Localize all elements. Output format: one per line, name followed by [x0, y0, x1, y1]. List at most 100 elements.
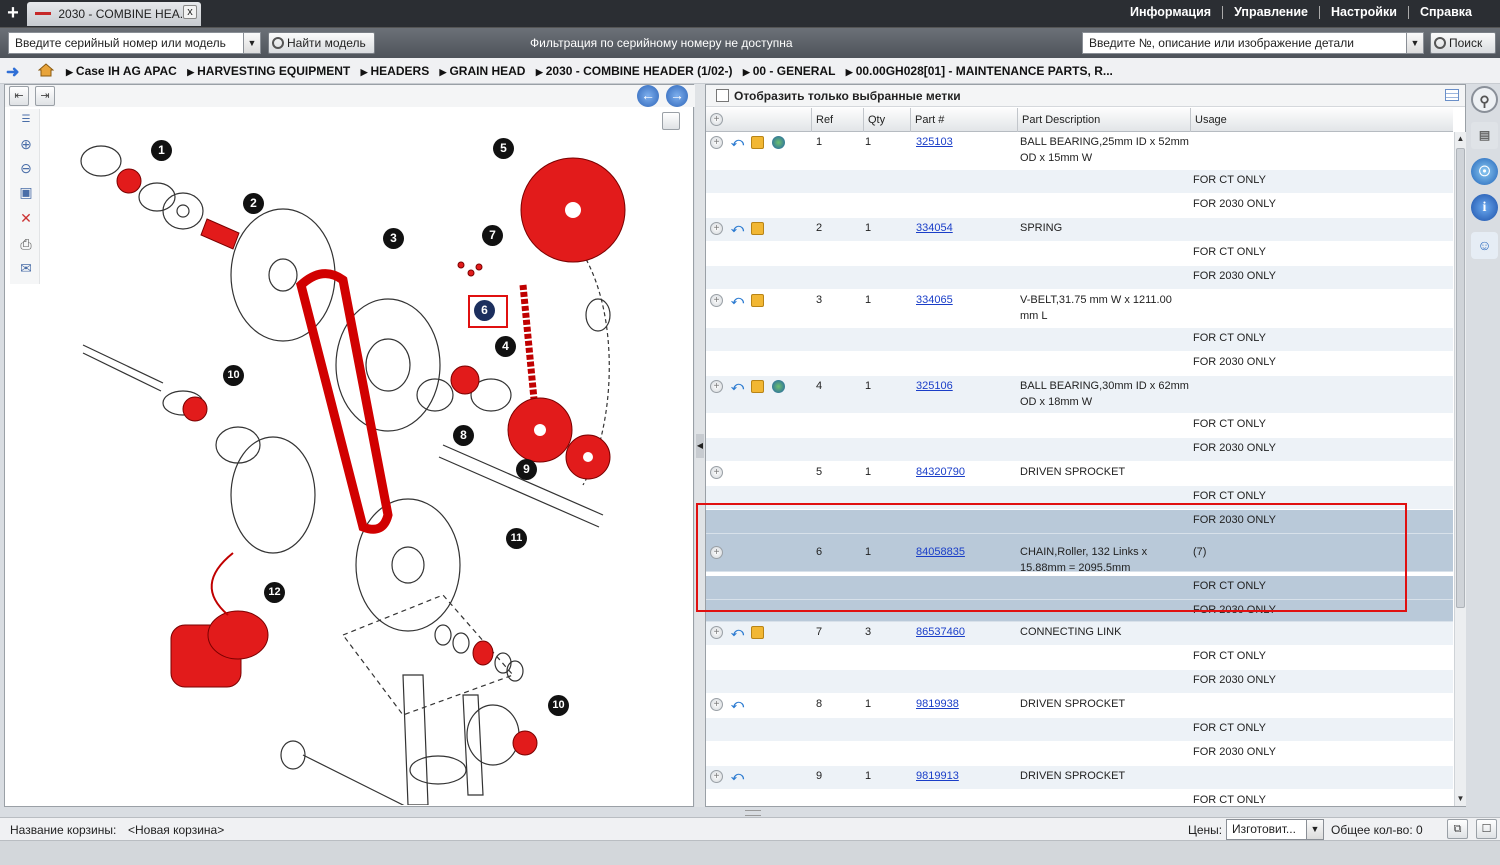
table-row[interactable]: + ⤺ 1 1 325103 BALL BEARING,25mm ID x 52…	[706, 132, 1453, 170]
fit-to-window-icon[interactable]: ▣	[17, 183, 35, 201]
part-number-link[interactable]: 86537460	[916, 622, 965, 638]
table-row[interactable]: + ⤺ 2 1 334054 SPRING	[706, 218, 1453, 242]
add-to-cart-icon[interactable]: +	[710, 698, 723, 711]
add-to-cart-icon[interactable]: +	[710, 626, 723, 639]
breadcrumb-item[interactable]: 2030 - COMBINE HEADER (1/02-)	[536, 64, 733, 78]
expand-all-icon[interactable]: +	[710, 113, 723, 126]
callout-5[interactable]: 5	[493, 138, 514, 159]
breadcrumb-item[interactable]: HARVESTING EQUIPMENT	[187, 64, 350, 78]
column-description[interactable]: Part Description	[1017, 108, 1190, 132]
part-number-link[interactable]: 334065	[916, 290, 953, 306]
column-part-number[interactable]: Part #	[910, 108, 1017, 132]
box-icon[interactable]	[751, 222, 764, 235]
part-number-link[interactable]: 325103	[916, 132, 953, 148]
arrow-icon[interactable]: ⤺	[730, 293, 745, 308]
arrow-icon[interactable]: ⤺	[730, 769, 745, 784]
callout-10[interactable]: 10	[223, 365, 244, 386]
table-row-selected[interactable]: + 6 1 84058835 CHAIN,Roller, 132 Links x…	[706, 534, 1453, 574]
callout-8[interactable]: 8	[453, 425, 474, 446]
collapse-left-icon[interactable]: ◀	[696, 434, 704, 458]
arrow-icon[interactable]: ⤺	[730, 221, 745, 236]
scroll-down-icon[interactable]: ▼	[1455, 792, 1466, 806]
chevron-down-icon[interactable]: ▼	[243, 33, 260, 53]
pane-splitter[interactable]: ◀	[695, 84, 705, 807]
print-icon[interactable]: ⎙	[17, 235, 35, 253]
callout-7[interactable]: 7	[482, 225, 503, 246]
table-row[interactable]: + 5 1 84320790 DRIVEN SPROCKET	[706, 462, 1453, 486]
catalog-icon[interactable]: ▤	[1471, 122, 1498, 149]
callout-10-b[interactable]: 10	[548, 695, 569, 716]
callout-9[interactable]: 9	[516, 459, 537, 480]
magnifier-icon[interactable]: ⚲	[1471, 86, 1498, 113]
box-icon[interactable]	[751, 380, 764, 393]
callout-1[interactable]: 1	[151, 140, 172, 161]
diagram-options-icon[interactable]	[662, 112, 680, 130]
callout-11[interactable]: 11	[506, 528, 527, 549]
arrow-icon[interactable]: ⤺	[730, 135, 745, 150]
table-row[interactable]: + ⤺ 3 1 334065 V-BELT,31.75 mm W x 1211.…	[706, 290, 1453, 328]
table-row[interactable]: + ⤺ 7 3 86537460 CONNECTING LINK	[706, 622, 1453, 646]
box-icon[interactable]	[751, 136, 764, 149]
part-number-link[interactable]: 9819938	[916, 694, 959, 710]
globe-icon[interactable]	[772, 136, 785, 149]
add-to-cart-icon[interactable]: +	[710, 222, 723, 235]
breadcrumb-item[interactable]: 00.00GH028[01] - MAINTENANCE PARTS, R...	[846, 64, 1113, 78]
breadcrumb-item[interactable]: GRAIN HEAD	[440, 64, 526, 78]
search-button[interactable]: Поиск	[1430, 32, 1496, 54]
globe-icon[interactable]	[772, 380, 785, 393]
menu-lines-icon[interactable]: ☰	[17, 111, 35, 129]
prev-page-icon[interactable]: ⇤	[9, 86, 29, 106]
add-to-cart-icon[interactable]: +	[710, 294, 723, 307]
scroll-up-icon[interactable]: ▲	[1455, 132, 1466, 146]
column-qty[interactable]: Qty	[863, 108, 910, 132]
callout-4[interactable]: 4	[495, 336, 516, 357]
menu-management[interactable]: Управление	[1234, 5, 1308, 19]
email-icon[interactable]: ✉	[17, 259, 35, 277]
callout-2[interactable]: 2	[243, 193, 264, 214]
breadcrumb-item[interactable]: 00 - GENERAL	[743, 64, 836, 78]
document-tab[interactable]: 2030 - COMBINE HEA... x	[27, 2, 201, 26]
part-search-input[interactable]: Введите №, описание или изображение дета…	[1082, 32, 1424, 54]
menu-help[interactable]: Справка	[1420, 5, 1472, 19]
globe-icon[interactable]: ☉	[1471, 158, 1498, 185]
maximize-window-icon[interactable]: ☐	[1476, 819, 1497, 839]
arrow-icon[interactable]: ⤺	[730, 379, 745, 394]
prices-select[interactable]: Изготовит... ▼	[1226, 819, 1324, 840]
menu-info[interactable]: Информация	[1130, 5, 1211, 19]
add-to-cart-icon[interactable]: +	[710, 466, 723, 479]
part-number-link[interactable]: 84058835	[916, 542, 965, 558]
table-row[interactable]: + ⤺ 9 1 9819913 DRIVEN SPROCKET	[706, 766, 1453, 790]
part-number-link[interactable]: 9819913	[916, 766, 959, 782]
cart-name-value[interactable]: <Новая корзина>	[128, 823, 224, 837]
users-icon[interactable]: ☺	[1471, 232, 1498, 259]
back-arrow-icon[interactable]: ➜	[6, 62, 19, 82]
part-number-link[interactable]: 325106	[916, 376, 953, 392]
part-number-link[interactable]: 334054	[916, 218, 953, 234]
add-to-cart-icon[interactable]: +	[710, 136, 723, 149]
callout-3[interactable]: 3	[383, 228, 404, 249]
breadcrumb-item[interactable]: HEADERS	[361, 64, 430, 78]
show-selected-checkbox[interactable]	[716, 89, 729, 102]
home-icon[interactable]	[38, 63, 54, 77]
chevron-down-icon[interactable]: ▼	[1306, 820, 1323, 839]
info-icon[interactable]: i	[1471, 194, 1498, 221]
table-row[interactable]: + ⤺ 8 1 9819938 DRIVEN SPROCKET	[706, 694, 1453, 718]
menu-settings[interactable]: Настройки	[1331, 5, 1397, 19]
scrollbar-thumb[interactable]	[1456, 148, 1465, 608]
column-usage[interactable]: Usage	[1190, 108, 1453, 132]
zoom-out-icon[interactable]: ⊖	[17, 159, 35, 177]
add-to-cart-icon[interactable]: +	[710, 546, 723, 559]
tab-close-button[interactable]: x	[183, 5, 197, 19]
box-icon[interactable]	[751, 626, 764, 639]
column-ref[interactable]: Ref	[811, 108, 863, 132]
resize-grip[interactable]	[745, 810, 761, 816]
breadcrumb-item[interactable]: Case IH AG APAC	[66, 64, 177, 78]
arrow-icon[interactable]: ⤺	[730, 697, 745, 712]
zoom-in-icon[interactable]: ⊕	[17, 135, 35, 153]
table-row[interactable]: + ⤺ 4 1 325106 BALL BEARING,30mm ID x 62…	[706, 376, 1453, 414]
part-number-link[interactable]: 84320790	[916, 462, 965, 478]
add-to-cart-icon[interactable]: +	[710, 770, 723, 783]
serial-model-input[interactable]: Введите серийный номер или модель ▼	[8, 32, 261, 54]
add-to-cart-icon[interactable]: +	[710, 380, 723, 393]
next-page-icon[interactable]: ⇥	[35, 86, 55, 106]
